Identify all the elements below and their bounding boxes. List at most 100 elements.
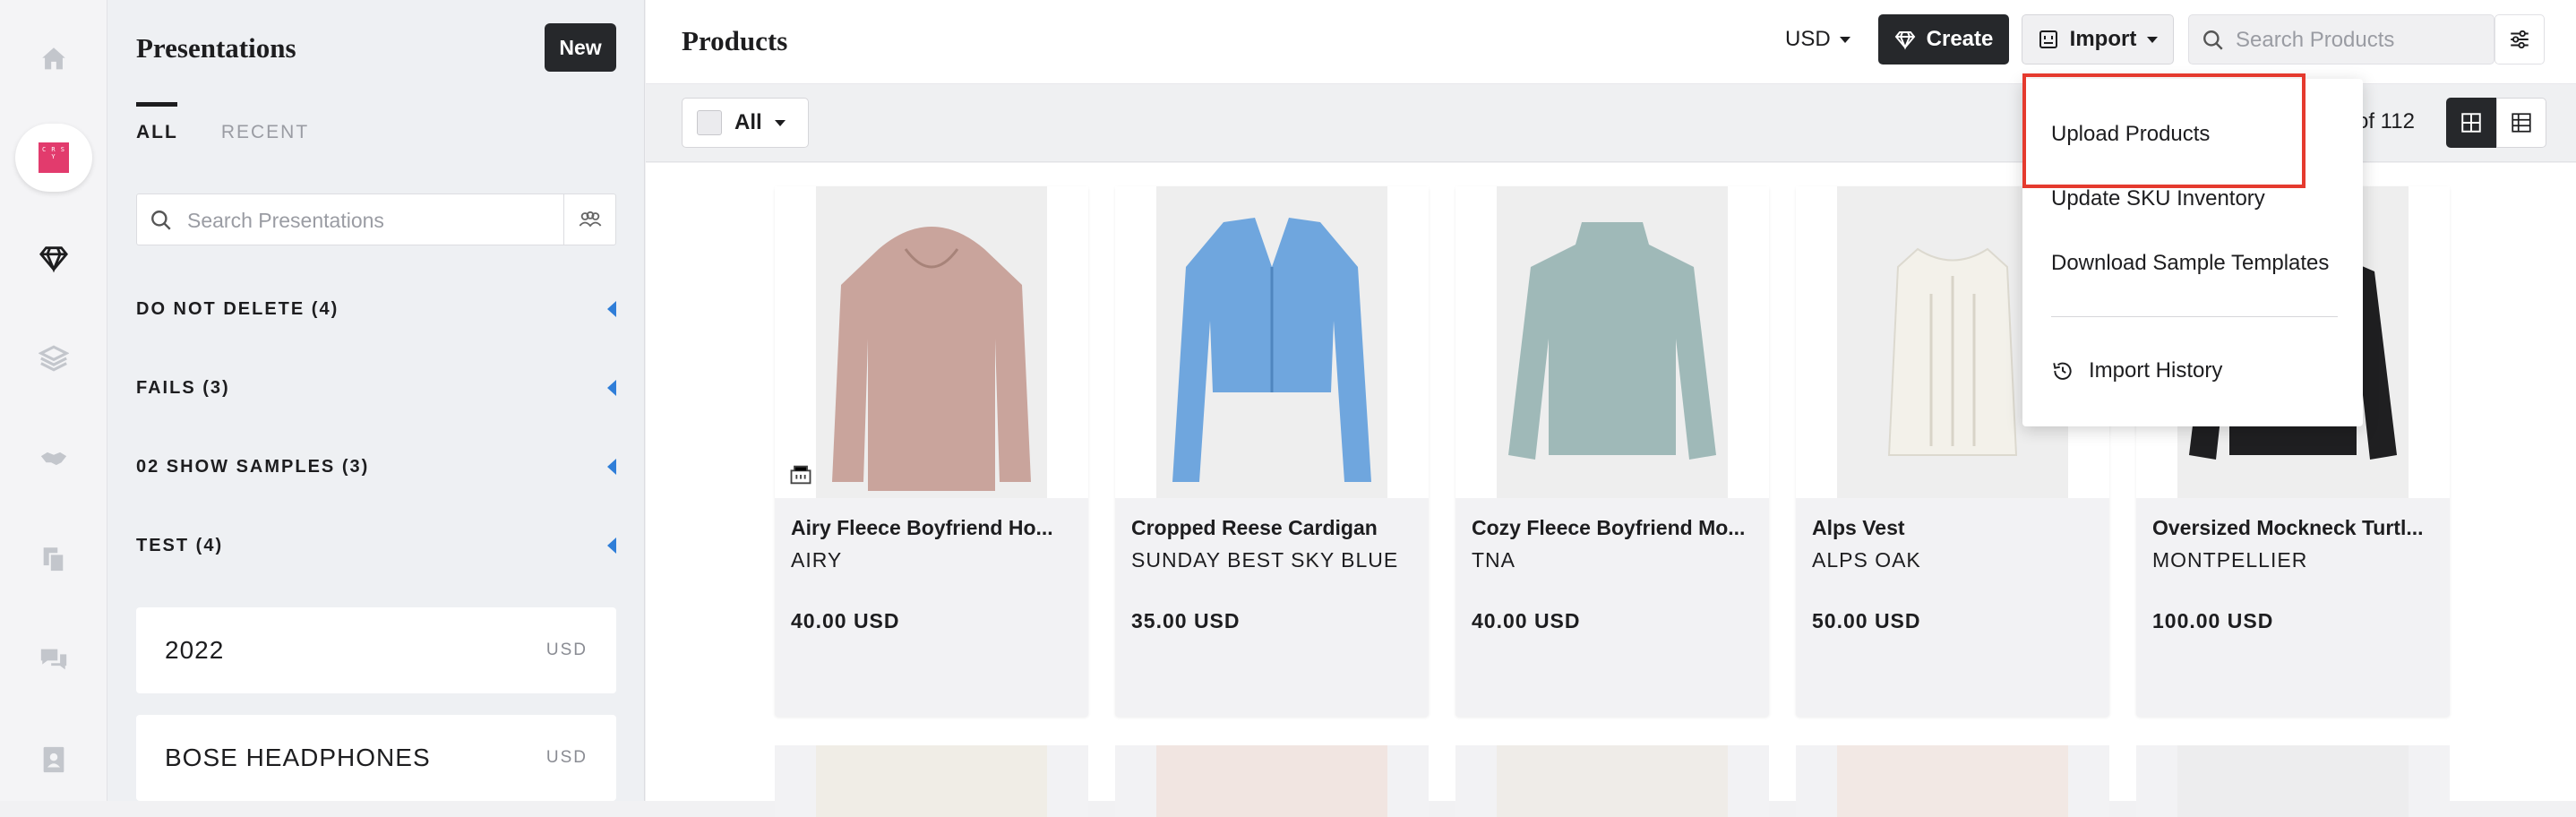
product-variant: AIRY xyxy=(791,548,843,572)
product-name: Cropped Reese Cardigan xyxy=(1131,516,1378,539)
product-price: 35.00 USD xyxy=(1131,609,1241,632)
presentation-name: 2022 xyxy=(165,636,225,664)
import-icon xyxy=(2039,30,2057,48)
product-variant: MONTPELLIER xyxy=(2152,548,2308,572)
presentations-sidebar: Presentations New ALL RECENT DO NOT DELE… xyxy=(107,0,645,801)
search-icon xyxy=(151,211,171,230)
sidebar-title: Presentations xyxy=(136,32,296,64)
menu-item-update-sku-inventory[interactable]: Update SKU Inventory xyxy=(2051,186,2265,211)
home-icon[interactable] xyxy=(32,38,75,81)
create-button[interactable]: Create xyxy=(1878,14,2009,64)
folder-label: 02 SHOW SAMPLES (3) xyxy=(136,456,370,477)
select-all-dropdown[interactable]: All xyxy=(682,98,809,148)
import-history-label: Import History xyxy=(2089,358,2223,383)
layers-icon[interactable] xyxy=(32,337,75,380)
chevron-down-icon xyxy=(774,119,786,126)
presentation-name: BOSE HEADPHONES xyxy=(165,744,431,771)
caret-left-icon xyxy=(607,459,616,475)
product-name: Oversized Mockneck Turtl... xyxy=(2152,516,2424,539)
chevron-down-icon xyxy=(2147,36,2159,43)
product-variant: TNA xyxy=(1472,548,1516,572)
product-name: Cozy Fleece Boyfriend Mo... xyxy=(1472,516,1746,539)
product-card[interactable]: Airy Fleece Boyfriend Ho... AIRY 40.00 U… xyxy=(775,186,1088,717)
search-presentations-input[interactable] xyxy=(187,203,528,237)
filter-settings-button[interactable] xyxy=(2494,14,2545,64)
table-icon xyxy=(2512,113,2531,133)
product-name: Airy Fleece Boyfriend Ho... xyxy=(791,516,1053,539)
folder-fails[interactable]: FAILS (3) xyxy=(136,374,616,401)
chevron-down-icon xyxy=(1839,36,1850,43)
handshake-icon[interactable] xyxy=(32,437,75,480)
search-icon xyxy=(2203,30,2223,50)
menu-item-import-history[interactable]: Import History xyxy=(2051,358,2222,383)
menu-divider xyxy=(2051,316,2338,317)
product-card[interactable]: Cropped Reese Cardigan SUNDAY BEST SKY B… xyxy=(1115,186,1429,717)
product-variant: ALPS OAK xyxy=(1812,548,1921,572)
product-card[interactable] xyxy=(1115,745,1429,817)
search-products-input[interactable] xyxy=(2236,23,2477,57)
contact-icon[interactable] xyxy=(32,738,75,781)
new-presentation-button[interactable]: New xyxy=(545,23,616,72)
currency-select[interactable]: USD xyxy=(1785,27,1850,52)
folder-label: TEST (4) xyxy=(136,535,224,555)
caret-left-icon xyxy=(607,380,616,396)
diamond-icon xyxy=(1894,31,1915,50)
product-image xyxy=(775,186,1088,498)
currency-value: USD xyxy=(1785,27,1831,51)
product-count: of 112 xyxy=(2357,109,2415,133)
product-card[interactable] xyxy=(1455,745,1769,817)
copy-icon[interactable] xyxy=(32,538,75,580)
sliders-icon xyxy=(2511,30,2529,49)
tab-recent[interactable]: RECENT xyxy=(221,102,309,143)
product-card[interactable]: Cozy Fleece Boyfriend Mo... TNA 40.00 US… xyxy=(1455,186,1769,717)
presentation-card[interactable]: 2022 USD xyxy=(136,607,616,693)
caret-left-icon xyxy=(607,538,616,554)
cardigan-image xyxy=(1172,218,1371,482)
presentation-currency: USD xyxy=(545,748,588,767)
select-all-checkbox[interactable] xyxy=(697,110,722,135)
folder-do-not-delete[interactable]: DO NOT DELETE (4) xyxy=(136,296,616,322)
table-view-button[interactable] xyxy=(2496,98,2546,148)
menu-item-download-sample-templates[interactable]: Download Sample Templates xyxy=(2051,251,2329,276)
diamond-icon[interactable] xyxy=(32,236,75,280)
product-price: 40.00 USD xyxy=(791,609,900,632)
app-rail: C R S Y xyxy=(0,0,107,801)
product-price: 50.00 USD xyxy=(1812,609,1921,632)
brand-logo[interactable]: C R S Y xyxy=(15,124,92,192)
product-name: Alps Vest xyxy=(1812,516,1905,539)
product-image xyxy=(1115,186,1429,498)
group-filter-icon[interactable] xyxy=(563,194,615,245)
presentation-card[interactable]: BOSE HEADPHONES USD xyxy=(136,715,616,801)
product-card[interactable] xyxy=(775,745,1088,817)
import-menu: Upload Products Update SKU Inventory Dow… xyxy=(2022,79,2363,426)
product-variant: SUNDAY BEST SKY BLUE xyxy=(1131,548,1399,572)
product-price: 40.00 USD xyxy=(1472,609,1581,632)
folder-label: DO NOT DELETE (4) xyxy=(136,298,339,319)
menu-item-upload-products[interactable]: Upload Products xyxy=(2051,122,2210,147)
brand-logo-mark: C R S Y xyxy=(39,142,69,173)
folder-show-samples[interactable]: 02 SHOW SAMPLES (3) xyxy=(136,453,616,480)
product-image xyxy=(1455,186,1769,498)
history-icon xyxy=(2053,362,2072,380)
products-header: Products USD Create Import xyxy=(646,0,2576,84)
product-search xyxy=(2188,14,2494,64)
folder-test[interactable]: TEST (4) xyxy=(136,532,616,559)
grid-view-button[interactable] xyxy=(2446,98,2496,148)
hoodie-image xyxy=(832,227,1031,491)
import-button[interactable]: Import xyxy=(2022,14,2174,64)
tab-all[interactable]: ALL xyxy=(136,102,178,143)
select-label: All xyxy=(734,110,762,134)
product-card[interactable] xyxy=(1796,745,2109,817)
page-title: Products xyxy=(682,25,788,56)
product-price: 100.00 USD xyxy=(2152,609,2274,632)
chat-icon[interactable] xyxy=(32,638,75,681)
presentation-currency: USD xyxy=(545,641,588,659)
presentation-tabs: ALL RECENT xyxy=(136,102,309,143)
sweatshirt-image xyxy=(1508,222,1716,460)
presentation-search xyxy=(136,194,616,245)
caret-left-icon xyxy=(607,301,616,317)
inventory-icon xyxy=(790,465,811,485)
folder-label: FAILS (3) xyxy=(136,377,230,398)
create-label: Create xyxy=(1926,27,1994,51)
product-card[interactable] xyxy=(2136,745,2450,817)
